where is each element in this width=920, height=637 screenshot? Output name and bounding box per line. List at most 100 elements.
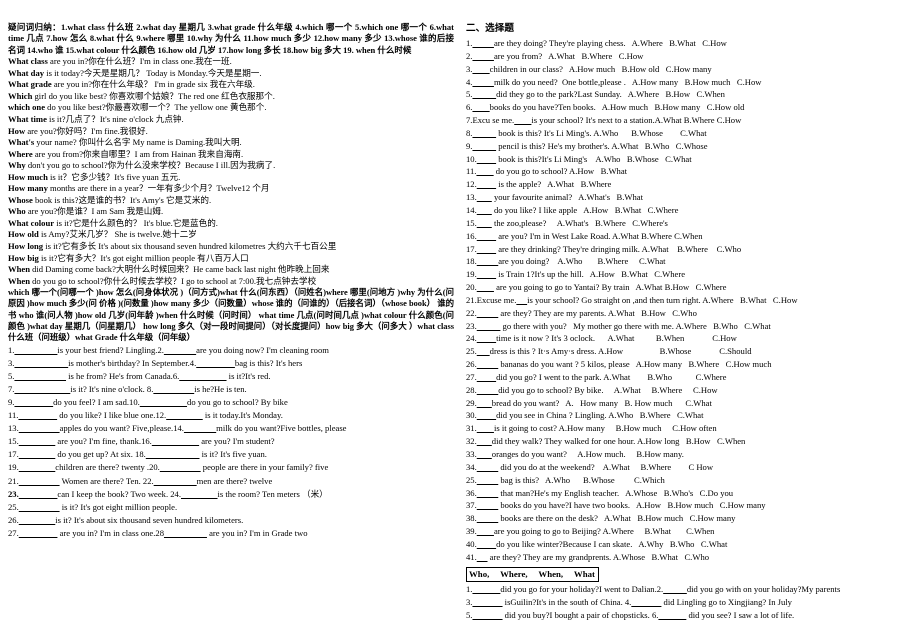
multiple-choice-item: 39. are you going to go to Beijing? A.Wh… — [466, 525, 912, 538]
multiple-choice-item: 32. did they walk? They walked for one h… — [466, 435, 912, 448]
question-number: 27. — [466, 371, 477, 382]
answer-blank[interactable] — [477, 154, 496, 164]
answer-blank[interactable] — [19, 502, 60, 512]
answer-blank[interactable] — [146, 449, 200, 459]
answer-blank[interactable] — [14, 397, 53, 407]
answer-blank[interactable] — [477, 333, 496, 343]
answer-blank[interactable] — [477, 410, 496, 420]
answer-blank[interactable] — [19, 528, 58, 538]
answer-blank[interactable] — [477, 398, 492, 408]
answer-blank[interactable] — [477, 462, 498, 472]
example-keyword: which one — [8, 102, 46, 113]
answer-blank[interactable] — [472, 38, 493, 48]
example-keyword: What day — [8, 67, 45, 78]
answer-blank[interactable] — [160, 462, 201, 472]
answer-blank[interactable] — [516, 295, 527, 305]
question-number: 24. — [170, 488, 181, 499]
answer-blank[interactable] — [472, 64, 489, 74]
question-text: did you go with on your holiday?My paren… — [686, 583, 841, 594]
answer-blank[interactable] — [14, 384, 70, 394]
example-keyword: What time — [8, 113, 47, 124]
answer-blank[interactable] — [663, 584, 687, 594]
answer-blank[interactable] — [472, 141, 496, 151]
answer-blank[interactable] — [472, 128, 496, 138]
question-text-and-options: do you like winter?Because I can skate. … — [496, 538, 728, 549]
answer-blank[interactable] — [477, 449, 492, 459]
answer-blank[interactable] — [477, 269, 496, 279]
question-number: 18. — [466, 256, 477, 267]
question-text: is it? It's nine o'clock. — [70, 383, 147, 394]
answer-blank[interactable] — [477, 321, 501, 331]
answer-blank[interactable] — [477, 552, 488, 562]
answer-blank[interactable] — [477, 218, 492, 228]
multiple-choice-item: 25. dress is this ? It·s Amy·s dress. A.… — [466, 345, 912, 358]
answer-blank[interactable] — [477, 436, 492, 446]
example-keyword: How long — [8, 240, 44, 251]
answer-blank[interactable] — [19, 462, 56, 472]
answer-blank[interactable] — [164, 528, 207, 538]
answer-blank[interactable] — [181, 489, 218, 499]
answer-blank[interactable] — [472, 584, 500, 594]
answer-blank[interactable] — [631, 597, 661, 607]
question-text: children are there? twenty . — [55, 462, 150, 473]
answer-blank[interactable] — [477, 308, 498, 318]
answer-blank[interactable] — [14, 358, 68, 368]
answer-blank[interactable] — [477, 244, 496, 254]
answer-blank[interactable] — [166, 410, 203, 420]
answer-blank[interactable] — [477, 282, 494, 292]
answer-blank[interactable] — [152, 436, 199, 446]
answer-blank[interactable] — [164, 345, 196, 355]
answer-blank[interactable] — [14, 345, 57, 355]
answer-blank[interactable] — [477, 513, 498, 523]
answer-blank[interactable] — [19, 476, 60, 486]
example-body: do you like best?你最喜欢哪一个？The yellow one … — [45, 102, 267, 113]
answer-blank[interactable] — [472, 89, 496, 99]
answer-blank[interactable] — [476, 166, 493, 176]
answer-blank[interactable] — [477, 372, 496, 382]
answer-blank[interactable] — [477, 256, 498, 266]
answer-blank[interactable] — [472, 610, 502, 620]
answer-blank[interactable] — [477, 385, 498, 395]
answer-blank[interactable] — [140, 397, 187, 407]
question-number: 11. — [466, 166, 477, 177]
answer-blank[interactable] — [19, 423, 60, 433]
answer-blank[interactable] — [477, 192, 492, 202]
answer-blank[interactable] — [477, 205, 492, 215]
question-number: 21.Excuse me. — [466, 294, 517, 305]
question-text: are you? I'm student? — [199, 436, 275, 447]
question-text: is it? It's about six thousand seven hun… — [55, 514, 244, 525]
answer-blank[interactable] — [196, 358, 235, 368]
answer-blank[interactable] — [18, 410, 57, 420]
question-number: 7.Excu se me. — [466, 115, 515, 126]
answer-blank[interactable] — [477, 179, 496, 189]
answer-blank[interactable] — [477, 346, 490, 356]
answer-blank[interactable] — [477, 231, 496, 241]
answer-blank[interactable] — [477, 539, 496, 549]
answer-blank[interactable] — [472, 77, 493, 87]
answer-blank[interactable] — [514, 115, 531, 125]
answer-blank[interactable] — [19, 436, 56, 446]
answer-blank[interactable] — [477, 359, 498, 369]
answer-blank[interactable] — [19, 515, 56, 525]
answer-blank[interactable] — [477, 488, 498, 498]
answer-blank[interactable] — [472, 51, 493, 61]
answer-blank[interactable] — [477, 500, 498, 510]
answer-blank[interactable] — [14, 371, 66, 381]
answer-blank[interactable] — [472, 597, 502, 607]
answer-blank[interactable] — [19, 489, 58, 499]
answer-blank[interactable] — [184, 423, 216, 433]
answer-blank[interactable] — [153, 384, 194, 394]
question-number: 40. — [466, 538, 477, 549]
question-text-and-options: the zoo,please? A.What's B.Where C.Where… — [491, 217, 668, 228]
answer-blank[interactable] — [477, 423, 494, 433]
question-text-and-options: are you going to go to Yantai? By train … — [493, 282, 727, 293]
answer-blank[interactable] — [477, 475, 498, 485]
answer-blank[interactable] — [477, 526, 494, 536]
answer-blank[interactable] — [154, 476, 197, 486]
answer-blank[interactable] — [179, 371, 226, 381]
answer-blank[interactable] — [472, 102, 489, 112]
answer-blank[interactable] — [19, 449, 56, 459]
answer-blank[interactable] — [658, 610, 686, 620]
question-text: do you feel? I am sad. — [53, 397, 130, 408]
word-bank-fill-row: 3. isGuilin?It's in the south of China. … — [466, 596, 912, 609]
